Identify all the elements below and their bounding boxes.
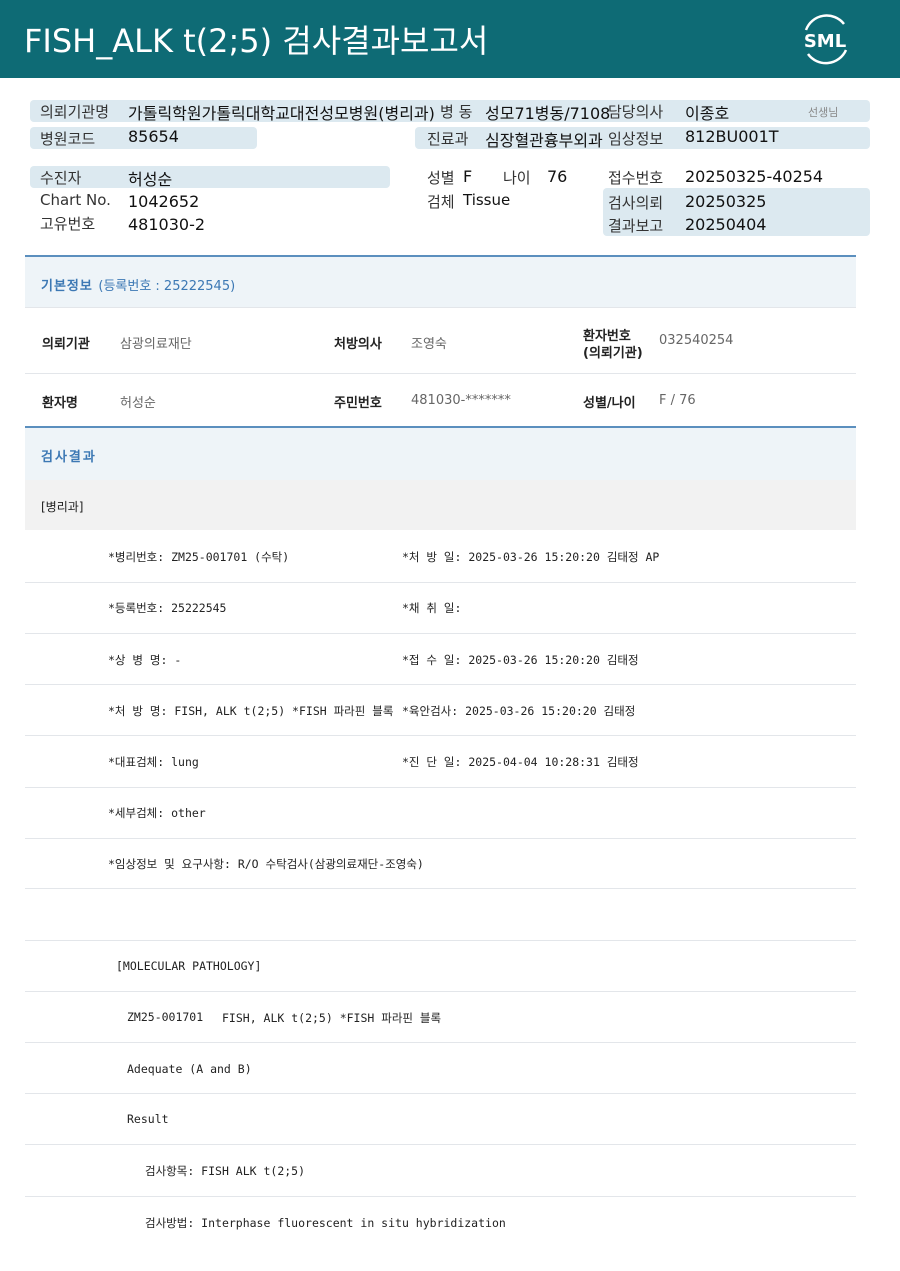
hospital-code-value: 85654 <box>128 127 179 146</box>
receipt-label: 접수번호 <box>608 169 664 187</box>
basic-rrn-value: 481030-******* <box>411 393 511 408</box>
clinical-value: 812BU001T <box>685 127 779 146</box>
id-label: 고유번호 <box>40 215 96 233</box>
result-line: *채 취 일: <box>402 601 462 615</box>
divider <box>25 735 856 736</box>
result-line: *병리번호: ZM25-001701 (수탁) <box>108 550 290 564</box>
pathology-section-label: [병리과] <box>41 500 84 514</box>
basic-physician-value: 조영숙 <box>411 337 447 352</box>
basic-info-title: 기본정보 (등록번호 : 25222545) <box>41 275 235 294</box>
result-line: *처 방 일: 2025-03-26 15:20:20 김태정 AP <box>402 550 660 564</box>
basic-sexage-label: 성별/나이 <box>583 396 636 411</box>
chart-value: 1042652 <box>128 192 200 211</box>
patient-label: 수진자 <box>40 169 82 187</box>
divider <box>25 1093 856 1094</box>
age-label: 나이 <box>503 169 531 187</box>
specimen-label: 검체 <box>427 193 455 211</box>
result-line: *세부검체: other <box>108 806 206 820</box>
basic-info-band: 기본정보 (등록번호 : 25222545) <box>25 255 856 308</box>
doctor-value: 이종호 <box>685 104 730 123</box>
chart-label: Chart No. <box>40 191 111 209</box>
institution-label: 의뢰기관명 <box>40 103 110 121</box>
result-line: [MOLECULAR PATHOLOGY] <box>116 959 262 973</box>
id-value: 481030-2 <box>128 215 206 234</box>
request-value: 20250325 <box>685 192 767 211</box>
result-line: *등록번호: 25222545 <box>108 601 227 615</box>
doctor-suffix: 선생님 <box>808 106 839 119</box>
result-line: Result <box>127 1112 169 1126</box>
report-value: 20250404 <box>685 215 767 234</box>
sml-logo-icon: SML <box>804 14 848 65</box>
sex-value: F <box>463 167 473 186</box>
result-line: *접 수 일: 2025-03-26 15:20:20 김태정 <box>402 653 639 667</box>
basic-institution-label: 의뢰기관 <box>42 337 90 352</box>
info-highlight-patient <box>30 166 390 188</box>
basic-sexage-value: F / 76 <box>659 393 696 408</box>
basic-patient-no-label-2: (의뢰기관) <box>583 346 643 361</box>
ward-label: 병 동 <box>440 103 473 121</box>
report-header: FISH_ALK t(2;5) 검사결과보고서 SML <box>0 0 900 78</box>
result-line: *진 단 일: 2025-04-04 10:28:31 김태정 <box>402 755 639 769</box>
dept-value: 심장혈관흉부외과 <box>485 131 603 150</box>
hospital-code-label: 병원코드 <box>40 130 96 148</box>
sex-label: 성별 <box>427 169 455 187</box>
receipt-value: 20250325-40254 <box>685 167 824 186</box>
result-line: *임상정보 및 요구사항: R/O 수탁검사(삼광의료재단-조영숙) <box>108 857 424 871</box>
divider <box>25 888 856 889</box>
divider <box>25 633 856 634</box>
result-line: FISH, ALK t(2;5) *FISH 파라핀 블록 <box>222 1011 442 1025</box>
basic-patient-no-value: 032540254 <box>659 333 734 348</box>
request-label: 검사의뢰 <box>608 194 664 212</box>
ward-value: 성모71병동/7108 <box>485 104 611 123</box>
result-line: Adequate (A and B) <box>127 1062 252 1076</box>
divider <box>25 940 856 941</box>
results-band: 검사결과 <box>25 426 856 480</box>
age-value: 76 <box>547 167 568 186</box>
divider <box>25 1144 856 1145</box>
report-title: FISH_ALK t(2;5) 검사결과보고서 <box>24 22 489 60</box>
basic-name-value: 허성순 <box>120 396 156 411</box>
registration-number: (등록번호 : 25222545) <box>98 279 236 294</box>
specimen-value: Tissue <box>463 191 511 209</box>
result-line: *처 방 명: FISH, ALK t(2;5) *FISH 파라핀 블록 <box>108 704 394 718</box>
result-line: ZM25-001701 <box>127 1010 204 1024</box>
result-line: *상 병 명: - <box>108 653 182 667</box>
divider <box>25 582 856 583</box>
divider <box>25 307 856 308</box>
basic-name-label: 환자명 <box>42 396 78 411</box>
patient-value: 허성순 <box>128 170 173 189</box>
basic-rrn-label: 주민번호 <box>334 396 382 411</box>
result-line: *육안검사: 2025-03-26 15:20:20 김태정 <box>402 704 636 718</box>
divider <box>25 684 856 685</box>
result-line: *대표검체: lung <box>108 755 199 769</box>
sml-logo: SML <box>796 12 854 66</box>
divider <box>25 787 856 788</box>
divider <box>25 373 856 374</box>
result-line: 검사방법: Interphase fluorescent in situ hyb… <box>145 1216 506 1230</box>
logo-text: SML <box>804 31 846 52</box>
clinical-label: 임상정보 <box>608 130 664 148</box>
results-title: 검사결과 <box>41 450 97 465</box>
dept-label: 진료과 <box>427 130 469 148</box>
divider <box>25 1042 856 1043</box>
doctor-label: 담당의사 <box>608 103 664 121</box>
basic-institution-value: 삼광의료재단 <box>120 337 192 352</box>
divider <box>25 991 856 992</box>
basic-info-title-text: 기본정보 <box>41 279 93 294</box>
divider <box>25 838 856 839</box>
institution-value: 가톨릭학원가톨릭대학교대전성모병원(병리과) <box>128 104 435 123</box>
report-label: 결과보고 <box>608 217 664 235</box>
pathology-section-band: [병리과] <box>25 480 856 530</box>
divider <box>25 1196 856 1197</box>
result-line: 검사항목: FISH ALK t(2;5) <box>145 1164 306 1178</box>
basic-physician-label: 처방의사 <box>334 337 382 352</box>
